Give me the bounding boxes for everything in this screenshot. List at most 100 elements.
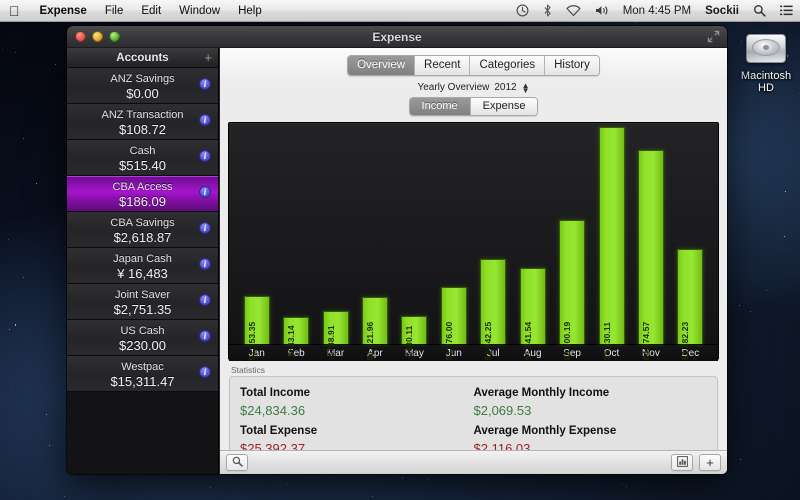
- add-account-button[interactable]: +: [204, 50, 212, 65]
- fullscreen-expand-icon[interactable]: [707, 30, 720, 43]
- chart-bar-value-label: $2,282.23: [680, 321, 691, 361]
- bar-column: $1,841.54: [513, 127, 552, 360]
- menu-item-help[interactable]: Help: [229, 0, 271, 22]
- report-chart-icon: [676, 454, 688, 472]
- chart-bar[interactable]: $680.11: [401, 316, 428, 356]
- account-info-icon[interactable]: i: [199, 366, 211, 378]
- menu-bar-clock[interactable]: Mon 4:45 PM: [616, 0, 698, 22]
- search-button[interactable]: [226, 454, 248, 471]
- zoom-button[interactable]: [109, 31, 120, 42]
- average-monthly-expense-label: Average Monthly Expense: [473, 425, 617, 437]
- spotlight-search-icon[interactable]: [746, 0, 773, 22]
- account-info-icon[interactable]: i: [199, 78, 211, 90]
- bar-column: $1,376.00: [434, 127, 473, 360]
- account-balance: $230.00: [119, 338, 166, 353]
- bar-column: $1,121.96: [355, 127, 394, 360]
- report-button[interactable]: [671, 454, 693, 471]
- account-row[interactable]: CBA Access $186.09 i: [67, 176, 218, 212]
- tab-overview[interactable]: Overview: [348, 56, 416, 75]
- tab-recent[interactable]: Recent: [415, 56, 471, 75]
- bar-column: $643.14: [276, 127, 315, 357]
- chart-bar[interactable]: $1,121.96: [361, 297, 388, 360]
- chart-bar[interactable]: $4,674.57: [637, 150, 664, 360]
- hard-drive-icon: [743, 30, 789, 68]
- account-balance: $108.72: [119, 122, 166, 137]
- segment-income[interactable]: Income: [409, 98, 471, 115]
- tab-group[interactable]: Overview Recent Categories History: [347, 55, 600, 76]
- income-expense-segmented-control[interactable]: Income Expense: [408, 97, 539, 116]
- notification-center-icon[interactable]: [773, 0, 800, 22]
- chart-bar[interactable]: $3,000.19: [559, 220, 586, 360]
- account-balance: $2,618.87: [113, 230, 172, 245]
- window-title: Expense: [372, 29, 422, 44]
- tab-categories[interactable]: Categories: [470, 56, 546, 75]
- account-name: Japan Cash: [113, 253, 172, 265]
- chart-bar-value-label: $1,153.35: [246, 321, 257, 361]
- yearly-overview-label: Yearly Overview: [417, 82, 490, 93]
- account-row[interactable]: ANZ Savings $0.00 i: [67, 68, 218, 104]
- account-row[interactable]: Westpac $15,311.47 i: [67, 356, 218, 392]
- bar-column: $4,674.57: [631, 127, 670, 360]
- chart-bar[interactable]: $2,282.23: [677, 249, 704, 360]
- apple-logo-icon[interactable]: : [0, 1, 31, 21]
- account-info-icon[interactable]: i: [199, 258, 211, 270]
- account-info-icon[interactable]: i: [199, 150, 211, 162]
- stepper-down-icon[interactable]: ▼: [522, 86, 530, 94]
- tab-history[interactable]: History: [545, 56, 599, 75]
- menu-app-name[interactable]: Expense: [31, 0, 96, 22]
- time-machine-icon[interactable]: [509, 0, 536, 22]
- chart-bar-value-label: $2,042.25: [483, 321, 494, 361]
- desktop-icon-macintosh-hd[interactable]: Macintosh HD: [737, 30, 795, 94]
- account-info-icon[interactable]: i: [199, 114, 211, 126]
- year-stepper[interactable]: ▲ ▼: [522, 81, 530, 94]
- menu-item-window[interactable]: Window: [170, 0, 229, 22]
- chart-bar[interactable]: $643.14: [283, 317, 310, 357]
- chart-x-tick-label: Dec: [681, 347, 700, 359]
- account-balance: $2,751.35: [113, 302, 172, 317]
- add-transaction-button[interactable]: +: [699, 454, 721, 471]
- wifi-icon[interactable]: [559, 0, 588, 22]
- segment-expense[interactable]: Expense: [470, 98, 538, 115]
- account-name: ANZ Transaction: [101, 109, 184, 121]
- total-income-label: Total Income: [240, 387, 311, 399]
- chart-bar-value-label: $680.11: [404, 325, 415, 357]
- expense-app-window: Expense Accounts + ANZ Savings $0.00 i ANZ …: [67, 26, 727, 474]
- account-info-icon[interactable]: i: [199, 186, 211, 198]
- accounts-sidebar: Accounts + ANZ Savings $0.00 i ANZ Transact…: [67, 48, 219, 474]
- account-row[interactable]: Japan Cash ¥ 16,483 i: [67, 248, 218, 284]
- menu-bar-username[interactable]: Sockii: [698, 0, 746, 22]
- chart-bar[interactable]: $2,042.25: [480, 259, 507, 360]
- menu-item-file[interactable]: File: [96, 0, 133, 22]
- chart-container: $1,153.35 $643.14 $788.91 $1,121.96 $680.11 $…: [220, 122, 727, 361]
- close-button[interactable]: [75, 31, 86, 42]
- account-row[interactable]: US Cash $230.00 i: [67, 320, 218, 356]
- minimize-button[interactable]: [92, 31, 103, 42]
- income-expense-segment-row: Income Expense: [220, 95, 727, 122]
- chart-bar[interactable]: $5,230.11: [598, 127, 625, 360]
- bar-column: $2,042.25: [474, 127, 513, 360]
- chart-bar-value-label: $3,000.19: [562, 321, 573, 361]
- menu-bar-status-items: Mon 4:45 PM Sockii: [509, 0, 800, 22]
- account-name: Westpac: [121, 361, 164, 373]
- window-title-bar[interactable]: Expense: [67, 26, 727, 48]
- account-row[interactable]: ANZ Transaction $108.72 i: [67, 104, 218, 140]
- account-info-icon[interactable]: i: [199, 222, 211, 234]
- accounts-list[interactable]: ANZ Savings $0.00 i ANZ Transaction $108.72 i…: [67, 68, 218, 474]
- year-value: 2012: [494, 82, 517, 93]
- account-info-icon[interactable]: i: [199, 294, 211, 306]
- window-traffic-lights: [67, 31, 120, 42]
- chart-bar[interactable]: $1,841.54: [519, 268, 546, 360]
- account-row[interactable]: CBA Savings $2,618.87 i: [67, 212, 218, 248]
- bar-column: $5,230.11: [592, 127, 631, 360]
- chart-bar[interactable]: $1,153.35: [243, 296, 270, 360]
- account-info-icon[interactable]: i: [199, 330, 211, 342]
- account-row[interactable]: Joint Saver $2,751.35 i: [67, 284, 218, 320]
- bluetooth-icon[interactable]: [536, 0, 559, 22]
- average-monthly-income-value: $2,069.53: [473, 403, 532, 418]
- chart-bar[interactable]: $788.91: [322, 311, 349, 357]
- account-row[interactable]: Cash $515.40 i: [67, 140, 218, 176]
- chart-bar[interactable]: $1,376.00: [440, 287, 467, 360]
- volume-icon[interactable]: [588, 0, 616, 22]
- total-expense-label: Total Expense: [240, 425, 318, 437]
- menu-item-edit[interactable]: Edit: [132, 0, 170, 22]
